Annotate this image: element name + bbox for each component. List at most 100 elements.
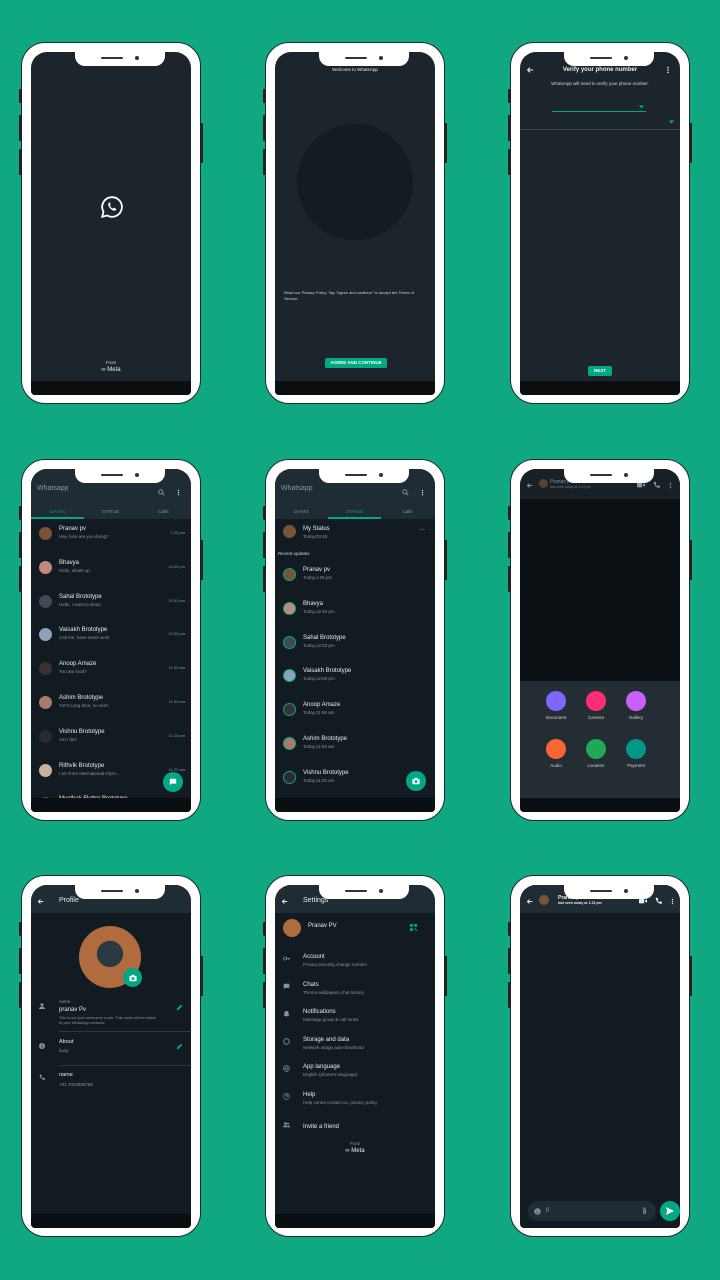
back-arrow-icon[interactable] [526,898,533,905]
settings-item-account[interactable]: Account Privacy,Security,change number [275,949,435,975]
last-seen: last seen today at 1:23 pm [550,485,592,489]
phone-icon[interactable] [655,897,662,904]
change-photo-button[interactable] [123,968,142,987]
more-vert-icon[interactable] [421,489,424,496]
tab-calls[interactable]: Calls [381,509,434,514]
settings-from: From [349,1141,361,1146]
search-icon[interactable] [158,489,165,496]
message-input[interactable]: p [528,1201,656,1221]
more-vert-icon[interactable] [177,489,180,496]
chat-preview: Hey, how are you doing? [59,534,109,539]
chat-preview: You ate food? [59,669,87,675]
more-vert-icon[interactable] [669,482,672,489]
tab-status[interactable]: STATUS [84,509,137,514]
status-list-item[interactable]: Pranav pv Today,1:25 pm [275,562,435,594]
phone-splash: From ∞ Meta [19,42,203,404]
more-vert-icon[interactable] [666,66,670,74]
settings-profile-row[interactable]: Pranav PV [275,915,435,941]
phone-verify: Verify your phone number WhatsApp will n… [508,42,692,404]
agree-continue-button[interactable]: AGREE AND CONTINUE [325,358,387,368]
attach-label: Camera [587,715,604,720]
edit-icon[interactable] [176,1043,183,1050]
chat-list-item[interactable]: Anoop Amaze You ate food? 11:59 am [31,656,191,688]
avatar [39,560,52,574]
status-time: Today,11:53 am [303,744,335,749]
country-select[interactable] [552,104,646,112]
status-name: Anoop Amaze [303,702,341,709]
phone-icon[interactable] [653,481,660,488]
settings-item-help[interactable]: Help Help centre,contact us, privacy pol… [275,1087,435,1113]
attach-option-payment[interactable]: Payment [626,739,646,773]
chat-list-item[interactable]: Vaisakh Brototype Call me, have some wor… [31,622,191,654]
next-button[interactable]: NEXT [588,366,612,376]
status-list-item[interactable]: Sahal Brototype Today,12:03 pm [275,630,435,662]
chat-preview: Yo!!!! Long time, no see!! [59,703,109,708]
my-status-name: My Status [303,526,330,532]
tab-status[interactable]: STATUS [328,509,381,514]
attach-option-gallery[interactable]: Gallery [626,691,646,725]
chat-list-item[interactable]: Sahal Brototype Hello, I want to sleep 1… [31,589,191,621]
avatar [283,635,296,649]
attach-option-audio[interactable]: Audio [546,739,566,773]
help-icon [283,1093,290,1100]
emoji-icon[interactable] [534,1208,541,1215]
attach-option-camera[interactable]: Camera [586,691,606,725]
tab-calls[interactable]: Calls [137,509,190,514]
status-screen: Whatsapp CHATS STATUS Calls My Status To… [275,469,435,812]
phone-icon [39,1074,45,1080]
status-list-item[interactable]: Ashim Brototype Today,11:53 am [275,731,435,763]
send-button[interactable] [660,1201,680,1221]
settings-item-title: Chats [303,981,319,988]
qr-code-icon[interactable] [410,924,417,931]
attach-label: Document [545,715,567,720]
phone-welcome: Welcome to WhatsApp Read our Privacy Pol… [263,42,447,404]
attach-option-location[interactable]: Location [586,739,606,773]
send-icon [666,1207,674,1215]
settings-item-invite-a-friend[interactable]: Invite a friend [275,1115,435,1141]
chat-list-item[interactable]: Vishnu Brototype Am I fat? 11:25 am [31,724,191,756]
more-horiz-icon[interactable]: ··· [419,527,425,533]
verify-title: Verify your phone number [562,67,638,73]
chat-list-item[interactable]: Ashim Brototype Yo!!!! Long time, no see… [31,690,191,722]
tab-chats[interactable]: CHATS [275,509,328,514]
chat-name: Anoop Amaze [59,661,97,668]
attach-icon[interactable] [642,1207,647,1215]
edit-icon[interactable] [176,1004,183,1011]
attach-option-document[interactable]: Document [546,691,566,725]
camera-button[interactable] [406,771,426,791]
status-list-item[interactable]: Bhavya Today,12:45 pm [275,596,435,628]
chat-time: 1:23 pm [170,530,185,535]
avatar [283,737,296,750]
search-icon[interactable] [402,489,409,496]
chat-list-item[interactable]: Bhavya Hello, whats up 12:45 pm [31,555,191,587]
back-arrow-icon[interactable] [37,898,44,905]
chat-name: Vaisakh Brototype [59,627,108,634]
chat-list-item[interactable]: Pranav pv Hey, how are you doing? 1:23 p… [31,521,191,553]
status-name: Vaisakh Brototype [303,668,352,675]
settings-item-notifications[interactable]: Notifications Message,group & call tones [275,1004,435,1030]
attach-icon-circle [546,739,566,759]
new-chat-button[interactable] [163,772,183,792]
status-list-item[interactable]: Anoop Amaze Today,11:59 am [275,697,435,729]
message-input-text: p [546,1207,550,1213]
settings-item-app-language[interactable]: App language English (phone's language) [275,1059,435,1085]
settings-item-chats[interactable]: Chats Theme,wallpapers,chat history [275,977,435,1003]
back-arrow-icon[interactable] [281,898,288,905]
profile-title: Profile [59,897,79,904]
more-vert-icon[interactable] [671,898,674,905]
chat-preview: Hello, I want to sleep [59,601,101,607]
status-list-item[interactable]: Vaisakh Brototype Today,12:00 pm [275,663,435,695]
my-status-row[interactable]: My Status Today,03:45 ··· [275,521,435,547]
globe-icon [283,1065,290,1073]
settings-item-title: Help [303,1092,316,1098]
settings-item-storage-and-data[interactable]: Storage and data Network usage,auto-down… [275,1032,435,1058]
name-value: pranav Pv [59,1007,87,1013]
avatar [283,669,296,683]
phone-chat: Pranav pv last seen today at 1:23 pm p [508,875,692,1237]
chat-preview: Am I fat? [59,736,78,742]
status-time: Today,12:00 pm [303,676,335,682]
tab-chats[interactable]: CHATS [31,509,84,514]
back-arrow-icon[interactable] [526,482,533,489]
phone-number-input[interactable] [520,116,680,130]
phone-value: +91 7034888758 [59,1082,93,1087]
